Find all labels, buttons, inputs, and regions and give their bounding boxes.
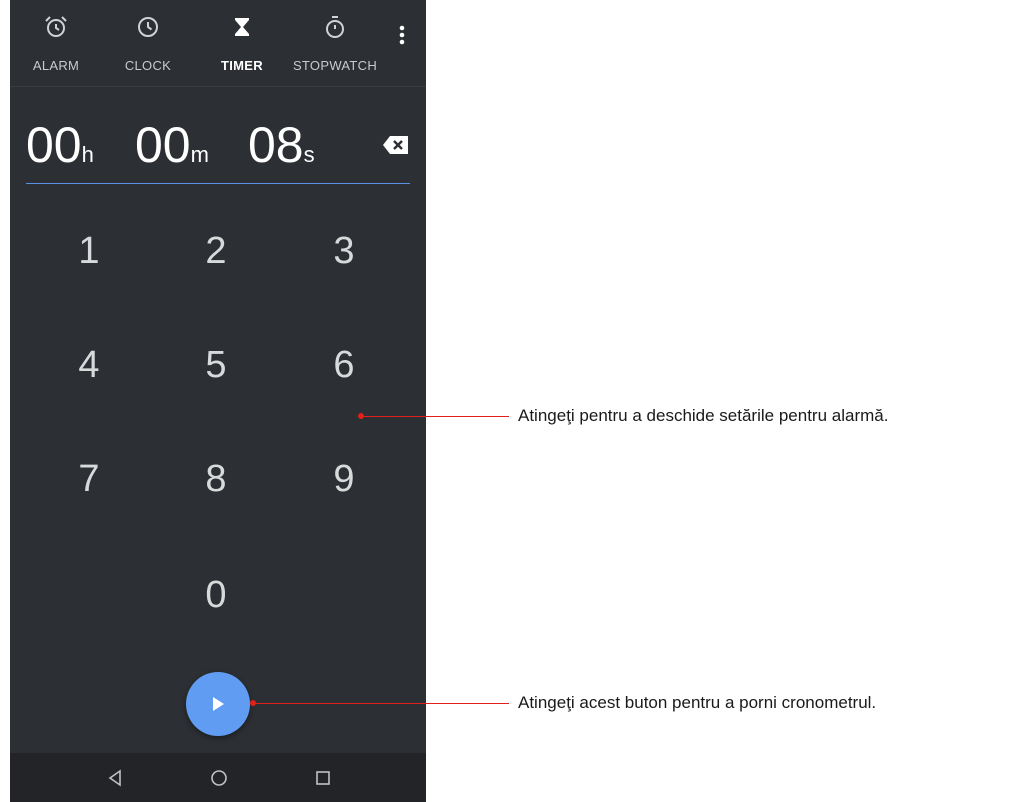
timer-display[interactable]: 00h 00m 08s: [26, 108, 410, 186]
tab-clock-label: CLOCK: [124, 58, 172, 73]
hours-unit: h: [81, 142, 94, 167]
tab-alarm[interactable]: ALARM: [10, 0, 102, 86]
tab-timer-label: TIMER: [221, 58, 263, 73]
backspace-icon[interactable]: [382, 134, 410, 156]
callout-alarm-settings: Atingeţi pentru a deschide setările pent…: [518, 406, 889, 425]
callout-line-alarm-settings: [361, 416, 509, 417]
timer-hours: 00h: [26, 116, 94, 174]
system-nav-bar: [10, 753, 426, 802]
back-icon[interactable]: [102, 765, 128, 791]
recents-icon[interactable]: [310, 765, 336, 791]
home-icon[interactable]: [206, 765, 232, 791]
alarm-clock-icon: [45, 16, 67, 37]
key-2[interactable]: 2: [171, 216, 261, 286]
tab-timer[interactable]: TIMER: [194, 0, 290, 86]
stopwatch-icon: [326, 16, 344, 38]
minutes-unit: m: [190, 142, 209, 167]
phone-screen: ALARM CLOCK TIMER STOPWATCH 00h 00m 08s …: [10, 0, 426, 802]
tab-stopwatch-label: STOPWATCH: [292, 58, 378, 73]
hours-value: 00: [26, 117, 82, 173]
timer-minutes: 00m: [135, 116, 209, 174]
tab-stopwatch[interactable]: STOPWATCH: [286, 0, 384, 86]
seconds-unit: s: [303, 142, 315, 167]
timer-input-underline: [26, 183, 410, 184]
tab-alarm-label: ALARM: [32, 58, 80, 73]
key-6[interactable]: 6: [299, 330, 389, 400]
key-0[interactable]: 0: [171, 560, 261, 630]
tab-bar: ALARM CLOCK TIMER STOPWATCH: [10, 0, 426, 86]
timer-seconds: 08s: [248, 116, 315, 174]
hourglass-icon: [235, 18, 249, 36]
key-4[interactable]: 4: [44, 330, 134, 400]
key-9[interactable]: 9: [299, 444, 389, 514]
key-7[interactable]: 7: [44, 444, 134, 514]
callout-start-button: Atingeţi acest buton pentru a porni cron…: [518, 693, 877, 712]
tabs-divider: [10, 86, 426, 87]
tab-clock[interactable]: CLOCK: [102, 0, 194, 86]
key-1[interactable]: 1: [44, 216, 134, 286]
key-3[interactable]: 3: [299, 216, 389, 286]
seconds-value: 08: [248, 117, 304, 173]
key-8[interactable]: 8: [171, 444, 261, 514]
minutes-value: 00: [135, 117, 191, 173]
play-icon: [213, 697, 224, 711]
clock-icon: [138, 17, 158, 37]
callout-line-start-button: [253, 703, 509, 704]
key-5[interactable]: 5: [171, 330, 261, 400]
start-timer-button[interactable]: [186, 672, 250, 736]
more-options-icon[interactable]: [390, 22, 414, 48]
